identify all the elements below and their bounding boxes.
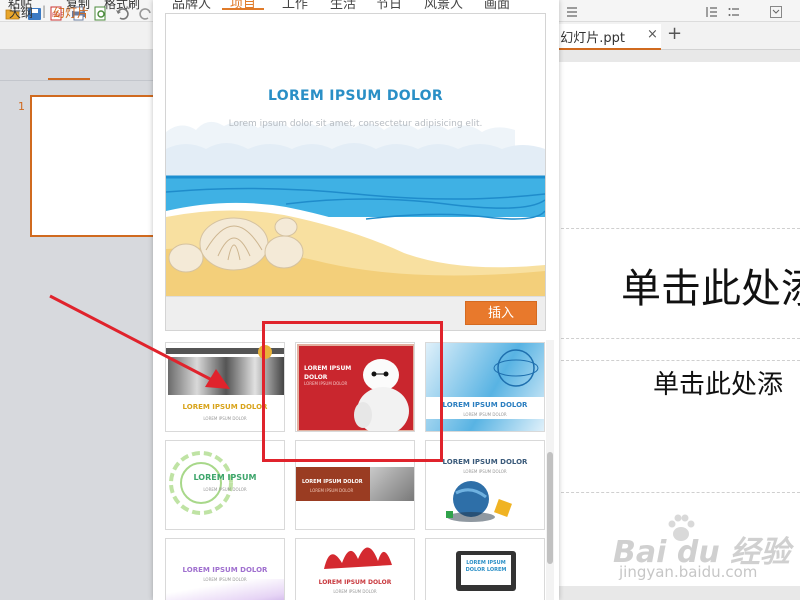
template-subtitle: LOREM IPSUM DOLOR: [310, 488, 354, 493]
quick-access-toolbar: [0, 22, 160, 50]
close-tab-icon[interactable]: ×: [647, 27, 658, 42]
template-preview: [165, 13, 546, 331]
tab-category[interactable]: 工作: [282, 0, 308, 12]
tab-outline[interactable]: 大纲: [9, 4, 33, 21]
redo-icon[interactable]: [138, 5, 153, 21]
undo-icon[interactable]: [115, 5, 130, 21]
purple-wave: [166, 579, 284, 600]
tab-separator: |: [42, 4, 47, 18]
template-thumbnail[interactable]: LOREM IPSUM DOLOR LOREM: [425, 538, 545, 600]
document-tab-label: t 幻灯片.ppt: [551, 31, 625, 46]
template-title: LOREM IPSUM DOLOR LOREM: [465, 560, 507, 573]
globe-network-icon: [446, 481, 512, 522]
red-splash-icon: [324, 547, 392, 569]
tab-category[interactable]: 风景人: [424, 0, 463, 12]
tab-category[interactable]: 节日: [376, 0, 402, 12]
align-icon[interactable]: [566, 3, 578, 17]
preview-subtitle: Lorem ipsum dolor sit amet, consectetur …: [228, 119, 483, 129]
template-title: LOREM IPSUM DOLOR: [182, 566, 268, 574]
slide-thumbnail[interactable]: [30, 95, 158, 237]
more-options-icon[interactable]: [770, 3, 782, 18]
title-placeholder-border: [556, 228, 800, 229]
template-subtitle: LOREM IPSUM DOLOR: [333, 589, 377, 594]
beach-illustration: [166, 121, 545, 297]
line-spacing-icon[interactable]: [706, 3, 718, 17]
green-leaves-icon: [426, 589, 545, 600]
hand-photo: [370, 467, 414, 501]
tab-slides[interactable]: 幻灯片: [53, 4, 89, 21]
title-placeholder[interactable]: 单击此处添: [621, 256, 800, 314]
template-subtitle: LOREM IPSUM DOLOR: [203, 487, 247, 492]
insert-button[interactable]: 插入: [465, 301, 537, 325]
subtitle-placeholder-border: [556, 492, 800, 493]
template-title: LOREM IPSUM DOLOR: [302, 479, 363, 485]
template-thumbnail[interactable]: LOREM IPSUM DOLOR LOREM IPSUM DOLOR: [165, 538, 285, 600]
template-thumbnail[interactable]: LOREM IPSUM DOLOR LOREM IPSUM DOLOR: [425, 342, 545, 432]
template-title: LOREM IPSUM DOLOR: [442, 401, 528, 409]
annotation-highlight-box: [262, 321, 443, 462]
template-title: LOREM IPSUM: [193, 473, 257, 482]
template-title: LOREM IPSUM DOLOR: [442, 458, 528, 466]
template-thumbnail[interactable]: LOREM IPSUM DOLOR LOREM IPSUM DOLOR: [425, 440, 545, 530]
active-tab-underline: [48, 78, 90, 80]
tab-category-active[interactable]: 项目: [230, 0, 256, 12]
template-thumbnail[interactable]: LOREM IPSUM DOLOR LOREM IPSUM DOLOR: [295, 538, 415, 600]
tab-category[interactable]: 画面: [484, 0, 510, 12]
subtitle-placeholder-border: [556, 360, 800, 361]
tab-category[interactable]: 生活: [330, 0, 356, 12]
active-tab-underline: [222, 8, 264, 10]
print-preview-icon[interactable]: [93, 5, 108, 21]
preview-title: LOREM IPSUM DOLOR: [268, 88, 443, 104]
title-placeholder-border: [556, 338, 800, 339]
template-subtitle: LOREM IPSUM DOLOR: [203, 577, 247, 582]
scrollbar-thumb[interactable]: [547, 452, 553, 564]
list-icon[interactable]: [728, 3, 740, 16]
template-title: LOREM IPSUM DOLOR: [318, 579, 392, 586]
subtitle-placeholder[interactable]: 单击此处添: [653, 364, 783, 401]
slide-canvas[interactable]: [556, 62, 800, 586]
watermark-url: jingyan.baidu.com: [619, 563, 758, 581]
template-subtitle: LOREM IPSUM DOLOR: [463, 412, 507, 417]
slide-number: 1: [18, 100, 25, 113]
tab-category[interactable]: 品牌人: [172, 0, 211, 12]
globe-arcs-icon: [493, 349, 539, 387]
new-tab-icon[interactable]: +: [667, 23, 682, 44]
